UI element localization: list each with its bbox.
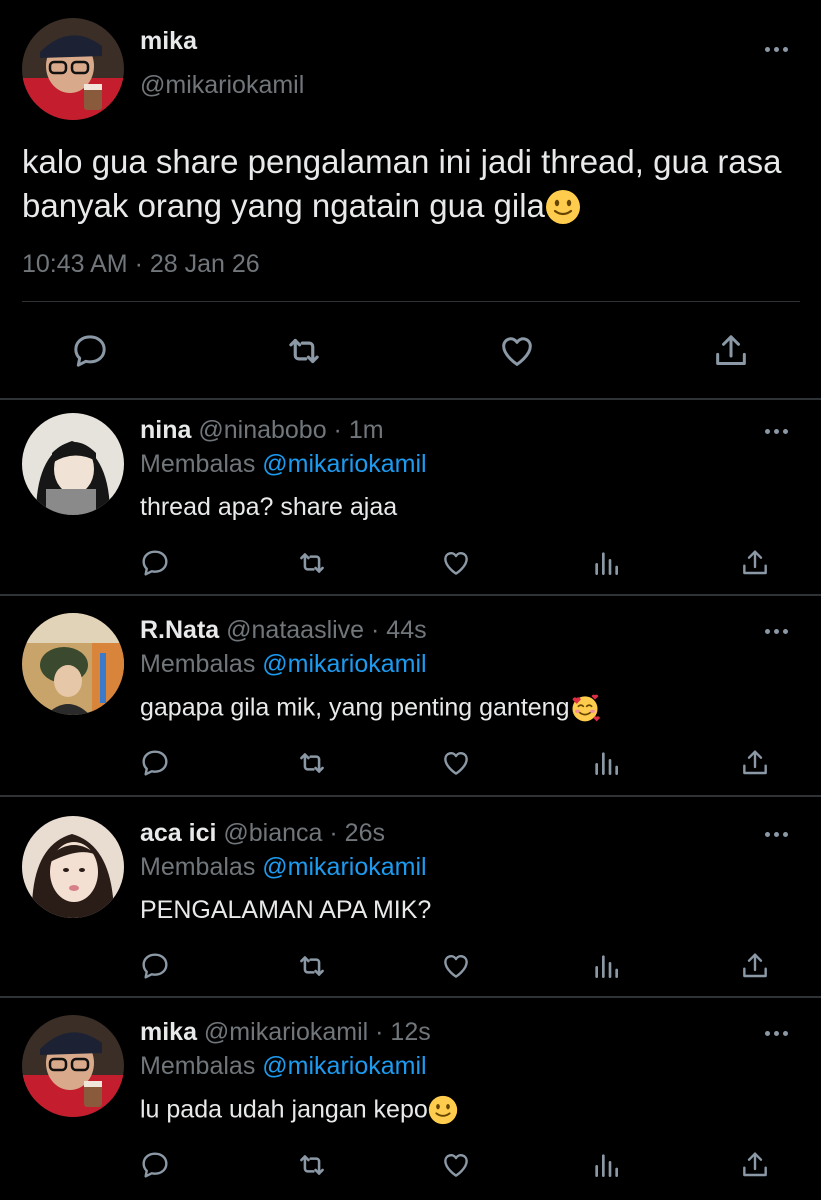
reply-tweet[interactable]: nina @ninabobo · 1m Membalas @mikariokam…: [0, 400, 821, 600]
replying-to: Membalas @mikariokamil: [140, 1052, 427, 1081]
avatar[interactable]: [22, 1015, 124, 1117]
more-options-icon[interactable]: [765, 832, 788, 837]
reply-header: nina @ninabobo · 1m: [140, 416, 384, 445]
mention-link[interactable]: @mikariokamil: [262, 1052, 426, 1080]
replying-prefix: Membalas: [140, 450, 256, 478]
reply-icon[interactable]: [69, 330, 111, 372]
slightly-smiling-face-emoji: [545, 186, 581, 230]
retweet-icon[interactable]: [295, 1148, 329, 1182]
replying-to: Membalas @mikariokamil: [140, 450, 427, 479]
reply-tweet[interactable]: aca ici @bianca · 26s Membalas @mikariok…: [0, 803, 821, 1003]
retweet-icon[interactable]: [295, 949, 329, 983]
reply-header: aca ici @bianca · 26s: [140, 819, 385, 848]
avatar[interactable]: [22, 816, 124, 918]
analytics-icon[interactable]: [589, 546, 623, 580]
reply-icon[interactable]: [138, 746, 172, 780]
reply-icon[interactable]: [138, 1148, 172, 1182]
more-options-icon[interactable]: [765, 1031, 788, 1036]
reply-text-body: gapapa gila mik, yang penting ganteng: [140, 693, 570, 722]
reply-tweet[interactable]: R.Nata @nataaslive · 44s Membalas @mikar…: [0, 600, 821, 800]
reply-icon[interactable]: [138, 949, 172, 983]
reply-icon[interactable]: [138, 546, 172, 580]
divider: [22, 301, 800, 302]
replying-prefix: Membalas: [140, 650, 256, 678]
replying-prefix: Membalas: [140, 1052, 256, 1080]
more-options-icon[interactable]: [765, 47, 788, 52]
reply-header: R.Nata @nataaslive · 44s: [140, 616, 427, 645]
reply-handle-time[interactable]: @nataaslive · 44s: [219, 616, 426, 644]
more-options-icon[interactable]: [765, 429, 788, 434]
reply-header: mika @mikariokamil · 12s: [140, 1018, 431, 1047]
tweet-timestamp[interactable]: 10:43 AM · 28 Jan 26: [22, 250, 260, 279]
retweet-icon[interactable]: [283, 330, 325, 372]
replying-to: Membalas @mikariokamil: [140, 853, 427, 882]
mention-link[interactable]: @mikariokamil: [262, 650, 426, 678]
retweet-icon[interactable]: [295, 546, 329, 580]
replying-prefix: Membalas: [140, 853, 256, 881]
share-icon[interactable]: [738, 746, 772, 780]
reply-author-name[interactable]: nina: [140, 416, 191, 444]
reply-text: thread apa? share ajaa: [140, 493, 398, 521]
share-icon[interactable]: [738, 1148, 772, 1182]
reply-handle-time[interactable]: @bianca · 26s: [216, 819, 385, 847]
like-icon[interactable]: [439, 746, 473, 780]
share-icon[interactable]: [738, 546, 772, 580]
retweet-icon[interactable]: [295, 746, 329, 780]
reply-text: lu pada udah jangan kepo: [140, 1095, 458, 1127]
reply-text: gapapa gila mik, yang penting ganteng: [140, 693, 600, 725]
reply-author-name[interactable]: R.Nata: [140, 616, 219, 644]
analytics-icon[interactable]: [589, 949, 623, 983]
main-tweet: mika @mikariokamil kalo gua share pengal…: [0, 0, 821, 398]
separator: [0, 996, 821, 998]
reply-author-name[interactable]: aca ici: [140, 819, 216, 847]
tweet-text-body: kalo gua share pengalaman ini jadi threa…: [22, 143, 782, 224]
author-name[interactable]: mika: [140, 27, 197, 56]
separator: [0, 594, 821, 596]
avatar[interactable]: [22, 613, 124, 715]
separator: [0, 795, 821, 797]
more-options-icon[interactable]: [765, 629, 788, 634]
replying-to: Membalas @mikariokamil: [140, 650, 427, 679]
avatar[interactable]: [22, 413, 124, 515]
mention-link[interactable]: @mikariokamil: [262, 450, 426, 478]
like-icon[interactable]: [439, 949, 473, 983]
like-icon[interactable]: [439, 546, 473, 580]
tweet-text: kalo gua share pengalaman ini jadi threa…: [22, 140, 792, 230]
reply-tweet[interactable]: mika @mikariokamil · 12s Membalas @mikar…: [0, 1002, 821, 1200]
reply-handle-time[interactable]: @ninabobo · 1m: [191, 416, 383, 444]
reply-author-name[interactable]: mika: [140, 1018, 197, 1046]
like-icon[interactable]: [496, 330, 538, 372]
reply-text: PENGALAMAN APA MIK?: [140, 896, 432, 924]
mention-link[interactable]: @mikariokamil: [262, 853, 426, 881]
smiling-face-with-hearts-emoji: [570, 693, 600, 725]
like-icon[interactable]: [439, 1148, 473, 1182]
share-icon[interactable]: [738, 949, 772, 983]
slightly-smiling-face-emoji: [428, 1095, 458, 1127]
author-handle[interactable]: @mikariokamil: [140, 71, 304, 100]
analytics-icon[interactable]: [589, 1148, 623, 1182]
share-icon[interactable]: [710, 330, 752, 372]
reply-handle-time[interactable]: @mikariokamil · 12s: [197, 1018, 431, 1046]
analytics-icon[interactable]: [589, 746, 623, 780]
avatar[interactable]: [22, 18, 124, 120]
reply-text-body: lu pada udah jangan kepo: [140, 1095, 428, 1124]
